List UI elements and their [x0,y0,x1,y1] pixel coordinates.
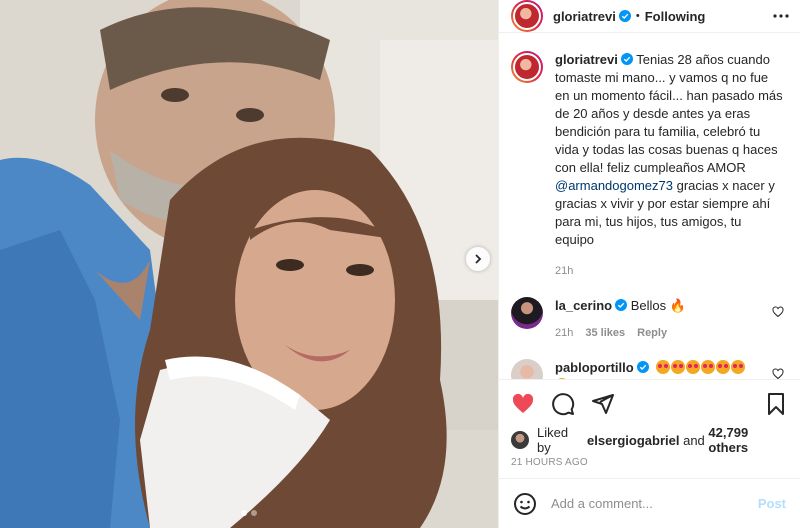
more-options-button[interactable] [772,7,790,25]
comment-button[interactable] [551,392,575,416]
carousel-dot-active [241,510,247,516]
likes-prefix: Liked by [537,425,569,455]
caption-body-1: Tenias 28 años cuando tomaste mi mano...… [555,52,783,175]
likes-count[interactable]: 42,799 others [708,425,788,455]
carousel-indicator [0,510,498,516]
heart-filled-icon [512,393,534,413]
author-avatar[interactable] [511,0,543,32]
emoji-icon [514,492,536,515]
caption-mention-link[interactable]: @armandogomez73 [555,178,673,193]
comment-item: la_cerino Bellos 🔥 21h 35 likes Reply [511,297,784,339]
star-eyes-emoji-icon [686,360,701,374]
post-media[interactable] [0,0,498,528]
verified-badge-icon [620,53,633,65]
comment-timestamp: 21h [555,327,574,339]
liker-avatar[interactable] [511,431,529,449]
save-button[interactable] [764,392,788,416]
comment-text: Bellos 🔥 [630,298,686,313]
comments-list[interactable]: gloriatrevi Tenias 28 años cuando tomast… [499,33,800,379]
commenter-avatar[interactable] [511,359,543,379]
post-header: gloriatrevi • Following [499,0,800,33]
star-eyes-emoji-icon [555,378,569,379]
next-slide-button[interactable] [466,247,490,271]
share-button[interactable] [591,392,615,416]
add-comment-input[interactable] [551,496,758,511]
post-comment-button[interactable]: Post [758,496,786,511]
heart-outline-icon [772,368,784,379]
add-comment-bar: Post [499,478,800,528]
post-actions-bar [499,379,800,427]
star-eyes-emoji-icon [701,360,716,374]
star-eyes-emoji-icon [671,360,686,374]
header-separator: • [635,10,640,22]
bookmark-icon [768,392,784,415]
star-eyes-emoji-icon [656,360,671,374]
likes-middle: and [679,432,709,448]
heart-outline-icon [772,306,784,318]
commenter-avatar[interactable] [511,297,543,329]
comment-like-button[interactable] [772,305,784,321]
caption-timestamp: 21h [555,265,574,277]
commenter-username[interactable]: pabloportillo [555,360,634,375]
caption: gloriatrevi Tenias 28 años cuando tomast… [511,51,784,249]
comment-icon [552,392,575,415]
carousel-dot [251,510,257,516]
caption-author-avatar[interactable] [511,51,543,83]
comment-reply-button[interactable]: Reply [637,327,667,339]
comment-likes-count[interactable]: 35 likes [585,327,625,339]
likes-summary: Liked by elsergiogabriel and 42,799 othe… [499,425,800,455]
emoji-button[interactable] [513,492,537,516]
following-button[interactable]: Following [645,9,706,24]
post-timestamp: 21 HOURS AGO [511,457,588,468]
verified-badge-icon [615,299,628,311]
caption-text: gloriatrevi Tenias 28 años cuando tomast… [555,51,784,249]
share-icon [592,393,614,414]
author-username[interactable]: gloriatrevi [553,9,616,24]
liker-username[interactable]: elsergiogabriel [587,433,679,448]
like-button[interactable] [511,392,535,416]
chevron-right-icon [475,254,482,264]
verified-badge-icon [636,361,649,373]
star-eyes-emoji-icon [716,360,731,374]
comment-item: pabloportillo [511,359,784,379]
post-photo [0,0,498,528]
commenter-username[interactable]: la_cerino [555,298,612,313]
post-side-panel: gloriatrevi • Following gloriatrevi Teni… [498,0,800,528]
comment-like-button[interactable] [772,367,784,379]
caption-author-username[interactable]: gloriatrevi [555,52,618,67]
verified-badge-icon [618,10,631,22]
more-options-icon [773,14,789,18]
star-eyes-emoji-icon [731,360,746,374]
